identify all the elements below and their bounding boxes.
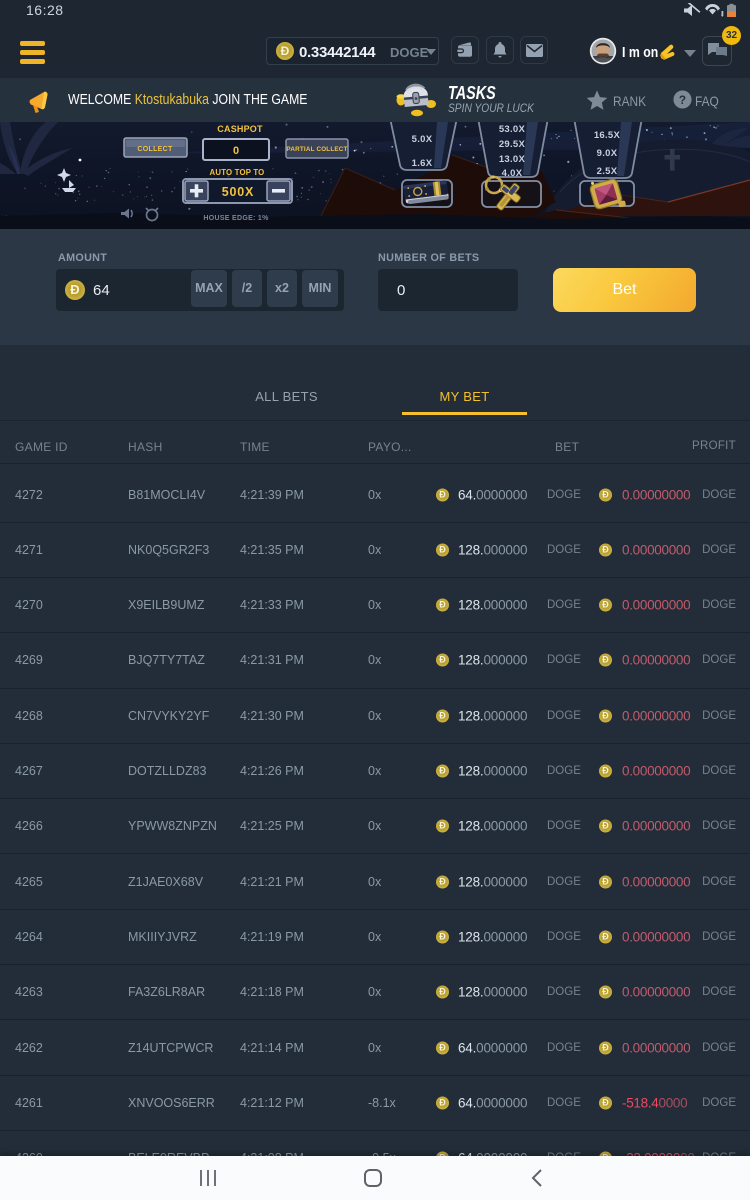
svg-text:?: ? [679, 94, 686, 107]
svg-text:29.5X: 29.5X [499, 139, 526, 150]
svg-text:4.0X: 4.0X [502, 168, 523, 179]
svg-text:13.0X: 13.0X [499, 154, 526, 165]
svg-text:16.5X: 16.5X [594, 130, 621, 141]
svg-text:2.5X: 2.5X [597, 166, 618, 177]
svg-text:PARTIAL COLLECT: PARTIAL COLLECT [286, 146, 347, 153]
svg-text:0: 0 [233, 145, 239, 157]
svg-text:HOUSE EDGE: 1%: HOUSE EDGE: 1% [203, 215, 269, 222]
svg-text:AUTO TOP TO: AUTO TOP TO [210, 168, 265, 177]
svg-text:9.0X: 9.0X [597, 148, 618, 159]
svg-text:5.0X: 5.0X [412, 134, 433, 145]
svg-text:1.6X: 1.6X [412, 158, 433, 169]
svg-text:500X: 500X [222, 185, 254, 199]
svg-text:COLLECT: COLLECT [137, 146, 173, 153]
svg-text:CASHPOT: CASHPOT [217, 124, 263, 134]
svg-text:53.0X: 53.0X [499, 124, 526, 135]
